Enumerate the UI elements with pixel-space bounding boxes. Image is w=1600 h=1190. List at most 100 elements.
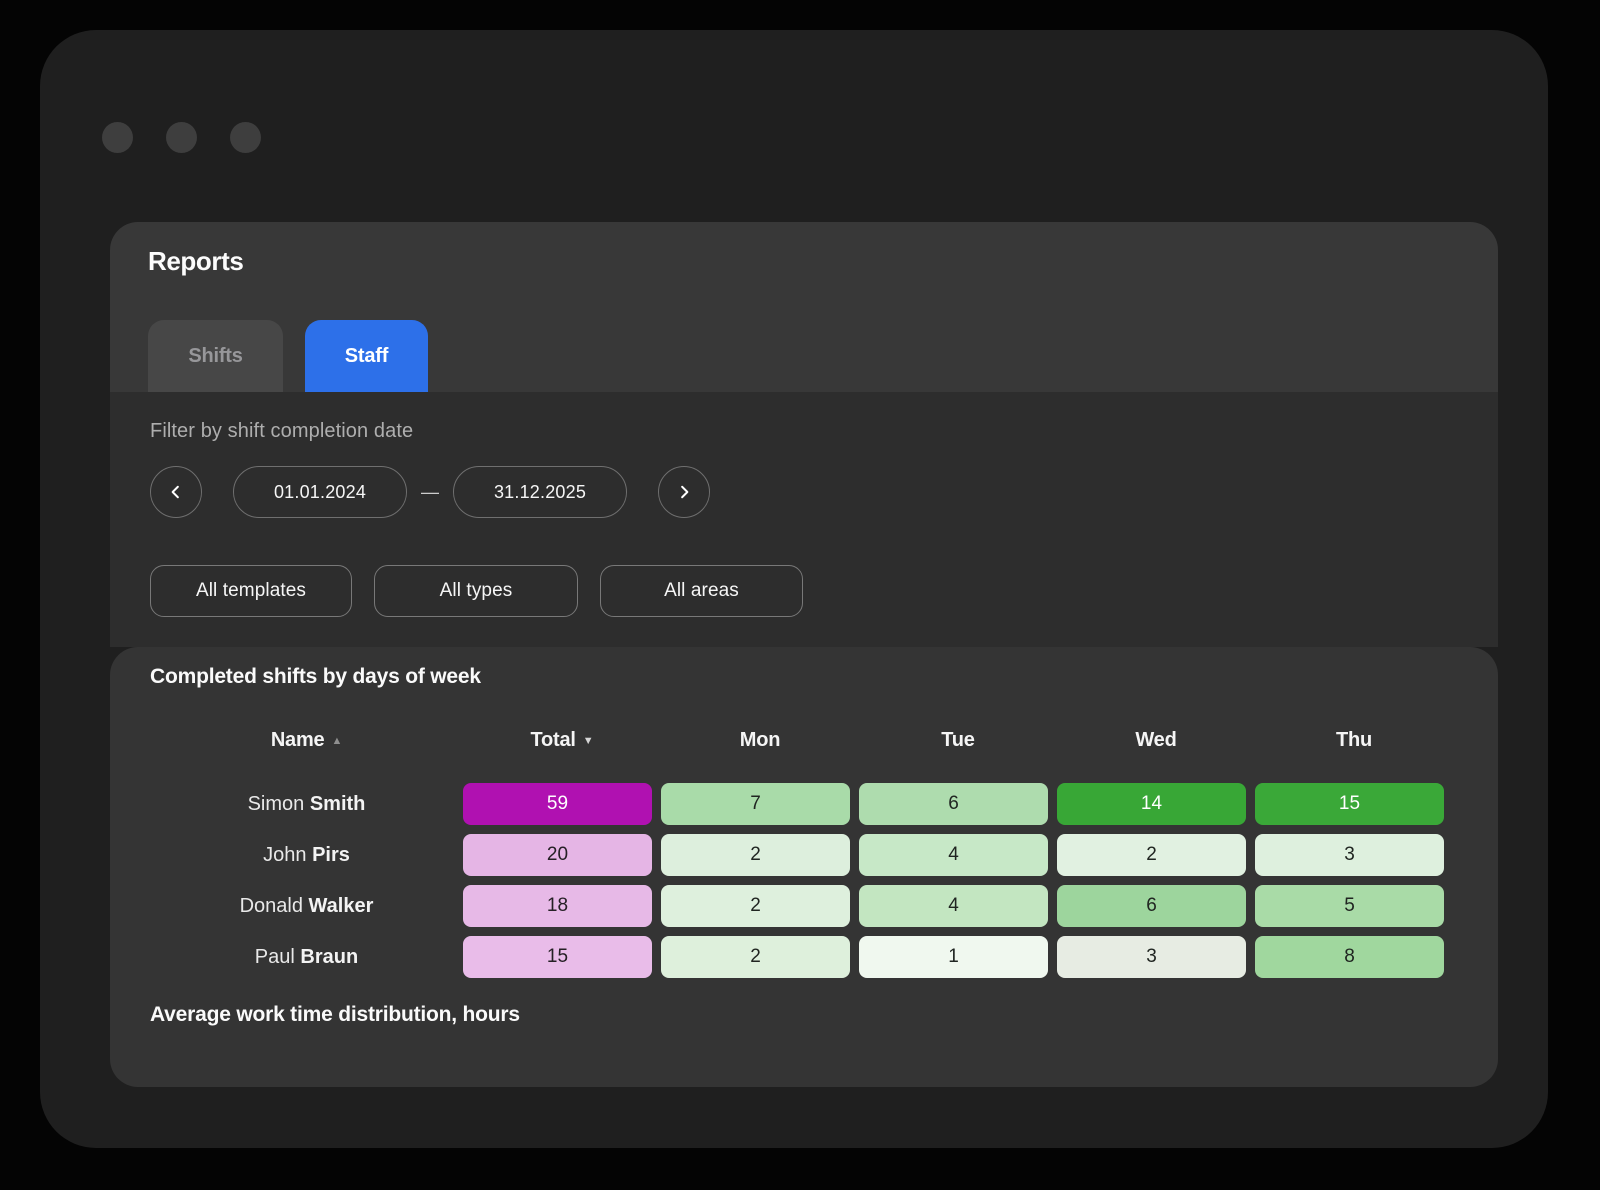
app-window: Reports Shifts Staff Filter by shift comp…: [40, 30, 1548, 1148]
cell-wrap: 15: [1255, 783, 1453, 825]
filter-label: Filter by shift completion date: [150, 420, 413, 443]
table-row-simon-smith: Simon Smith59761415: [150, 783, 1453, 825]
value-cell-tue: 1: [859, 936, 1048, 978]
column-label: Wed: [1135, 729, 1176, 751]
value-cell-total: 20: [463, 834, 652, 876]
value-cell-tue: 6: [859, 783, 1048, 825]
window-dot-2[interactable]: [166, 122, 197, 153]
last-name: Walker: [309, 895, 374, 917]
filter-button-all-areas[interactable]: All areas: [600, 565, 803, 617]
cell-wrap: 6: [859, 783, 1057, 825]
tab-staff[interactable]: Staff: [305, 320, 428, 392]
date-from-input[interactable]: 01.01.2024: [233, 466, 407, 518]
value-cell-wed: 2: [1057, 834, 1246, 876]
value-cell-mon: 7: [661, 783, 850, 825]
value-cell-wed: 3: [1057, 936, 1246, 978]
value-cell-wed: 14: [1057, 783, 1246, 825]
last-name: Pirs: [312, 844, 350, 866]
value-cell-total: 18: [463, 885, 652, 927]
window-dot-3[interactable]: [230, 122, 261, 153]
cell-wrap: 2: [1057, 834, 1255, 876]
report-panel: Completed shifts by days of week Name ▲ To…: [110, 647, 1498, 1087]
column-header-total[interactable]: Total ▼: [463, 729, 661, 752]
cell-wrap: 1: [859, 936, 1057, 978]
column-label: Mon: [740, 729, 781, 751]
value-cell-tue: 4: [859, 834, 1048, 876]
next-section-title: Average work time distribution, hours: [150, 1003, 520, 1027]
reports-header: Reports Shifts Staff: [110, 222, 1498, 392]
column-header-wed: Wed: [1057, 729, 1255, 752]
cell-wrap: 5: [1255, 885, 1453, 927]
value-cell-mon: 2: [661, 834, 850, 876]
value-cell-thu: 3: [1255, 834, 1444, 876]
column-header-mon: Mon: [661, 729, 859, 752]
value-cell-wed: 6: [1057, 885, 1246, 927]
chevron-right-icon: [675, 483, 693, 501]
value-cell-mon: 2: [661, 936, 850, 978]
date-range-controls: 01.01.2024 — 31.12.2025: [150, 466, 710, 518]
page-title: Reports: [148, 246, 243, 277]
table-row-donald-walker: Donald Walker182465: [150, 885, 1453, 927]
table-body: Simon Smith59761415John Pirs202423Donald…: [150, 783, 1453, 987]
filter-button-all-types[interactable]: All types: [374, 565, 578, 617]
cell-wrap: 59: [463, 783, 661, 825]
cell-wrap: 4: [859, 834, 1057, 876]
column-label: Name: [271, 729, 325, 751]
cell-wrap: 8: [1255, 936, 1453, 978]
date-to-input[interactable]: 31.12.2025: [453, 466, 627, 518]
sort-asc-icon: ▲: [332, 735, 343, 747]
filter-buttons: All templates All types All areas: [150, 565, 803, 617]
last-name: Smith: [310, 793, 366, 815]
table-header-row: Name ▲ Total ▼ Mon Tue Wed Thu: [150, 729, 1453, 752]
filter-section: Filter by shift completion date 01.01.20…: [110, 392, 1498, 647]
column-label: Thu: [1336, 729, 1372, 751]
column-header-tue: Tue: [859, 729, 1057, 752]
cell-wrap: 2: [661, 885, 859, 927]
tab-shifts[interactable]: Shifts: [148, 320, 283, 392]
cell-wrap: 7: [661, 783, 859, 825]
column-label: Tue: [941, 729, 974, 751]
next-period-button[interactable]: [658, 466, 710, 518]
first-name: Simon: [248, 793, 310, 815]
value-cell-thu: 8: [1255, 936, 1444, 978]
value-cell-total: 15: [463, 936, 652, 978]
cell-wrap: 14: [1057, 783, 1255, 825]
staff-name: Donald Walker: [150, 885, 463, 927]
cell-wrap: 4: [859, 885, 1057, 927]
last-name: Braun: [300, 946, 358, 968]
cell-wrap: 6: [1057, 885, 1255, 927]
reports-layout: Reports Shifts Staff Filter by shift comp…: [110, 222, 1498, 1087]
sort-desc-icon: ▼: [583, 735, 594, 747]
cell-wrap: 15: [463, 936, 661, 978]
window-dot-1[interactable]: [102, 122, 133, 153]
cell-wrap: 2: [661, 936, 859, 978]
staff-name: Simon Smith: [150, 783, 463, 825]
cell-wrap: 20: [463, 834, 661, 876]
table-row-john-pirs: John Pirs202423: [150, 834, 1453, 876]
staff-name: John Pirs: [150, 834, 463, 876]
window-controls: [102, 122, 261, 153]
column-label: Total: [531, 729, 576, 751]
filter-button-all-templates[interactable]: All templates: [150, 565, 352, 617]
table-row-paul-braun: Paul Braun152138: [150, 936, 1453, 978]
prev-period-button[interactable]: [150, 466, 202, 518]
chevron-left-icon: [167, 483, 185, 501]
report-title: Completed shifts by days of week: [150, 665, 481, 689]
column-header-name[interactable]: Name ▲: [150, 729, 463, 752]
value-cell-thu: 5: [1255, 885, 1444, 927]
cell-wrap: 18: [463, 885, 661, 927]
date-range-separator: —: [419, 482, 441, 503]
first-name: Paul: [255, 946, 301, 968]
staff-name: Paul Braun: [150, 936, 463, 978]
value-cell-total: 59: [463, 783, 652, 825]
first-name: Donald: [240, 895, 309, 917]
value-cell-thu: 15: [1255, 783, 1444, 825]
cell-wrap: 2: [661, 834, 859, 876]
first-name: John: [263, 844, 312, 866]
value-cell-tue: 4: [859, 885, 1048, 927]
column-header-thu: Thu: [1255, 729, 1453, 752]
cell-wrap: 3: [1057, 936, 1255, 978]
tab-bar: Shifts Staff: [148, 320, 428, 392]
cell-wrap: 3: [1255, 834, 1453, 876]
value-cell-mon: 2: [661, 885, 850, 927]
